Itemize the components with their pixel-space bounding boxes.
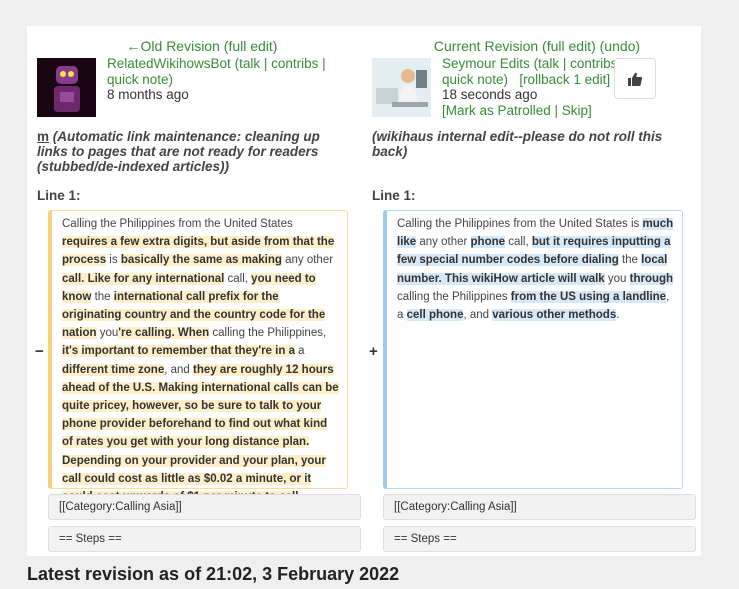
unchanged-segment: . — [616, 309, 620, 322]
unchanged-segment: Calling the Philippines from the United … — [397, 218, 643, 230]
unchanged-segment: , and — [463, 309, 493, 322]
unchanged-segment: , and — [164, 363, 194, 376]
unchanged-segment: call, — [505, 236, 532, 249]
unchanged-segment: Calling the Philippines from the United … — [62, 218, 293, 230]
deleted-segment: it's important to remember that they're … — [62, 345, 295, 358]
deleted-segment: 're calling. When — [118, 327, 210, 340]
deleted-segment: they are roughly 12 hours ahead of the U… — [62, 363, 339, 504]
old-revision-time: 8 months ago — [107, 87, 189, 102]
diff-card: ←Old Revision (full edit) RelatedWikihow… — [27, 26, 701, 556]
added-segment: phone — [470, 236, 506, 249]
unchanged-segment: any other — [416, 236, 471, 249]
current-revision-time: 18 seconds ago — [442, 87, 538, 102]
context-line-category-current: [[Category:Calling Asia]] — [383, 494, 696, 520]
added-segment: various other methods — [492, 309, 617, 322]
bot-avatar[interactable] — [37, 58, 96, 117]
old-revision-meta: RelatedWikihowsBot (talk | contribs | qu… — [107, 56, 326, 103]
old-edit-summary: m (Automatic link maintenance: cleaning … — [37, 129, 347, 174]
minor-edit-marker: m — [37, 129, 50, 144]
current-revision-label: Current Revision — [433, 38, 539, 54]
unchanged-segment: a — [294, 345, 305, 358]
unchanged-segment: you — [604, 272, 630, 285]
current-revision-meta: Seymour Edits (talk | contribs | quick n… — [442, 56, 625, 118]
unchanged-segment: the — [618, 254, 642, 267]
current-quick-note-link[interactable]: quick note) — [442, 72, 508, 87]
old-summary-text: (Automatic link maintenance: cleaning up… — [37, 129, 320, 174]
old-revision-header: ←Old Revision (full edit) RelatedWikihow… — [37, 38, 367, 117]
current-revision-title: Current Revision (full edit) (undo) — [372, 38, 702, 54]
old-revision-title: ←Old Revision (full edit) — [37, 38, 367, 54]
thumbs-up-button[interactable] — [614, 58, 656, 99]
unchanged-segment: the — [91, 290, 114, 303]
old-full-edit-link[interactable]: (full edit) — [224, 38, 278, 54]
old-user-link[interactable]: RelatedWikihowsBot — [107, 56, 231, 71]
undo-link[interactable]: (undo) — [600, 38, 640, 54]
unchanged-segment: calling the Philippines, — [209, 327, 327, 340]
current-full-edit-link[interactable]: (full edit) — [542, 38, 596, 54]
context-line-steps-current: == Steps == — [383, 526, 696, 552]
deleted-text-block: Calling the Philippines from the United … — [48, 210, 348, 504]
current-edit-summary: (wikihaus internal edit--please do not r… — [372, 129, 682, 159]
unchanged-segment: you — [96, 327, 119, 340]
latest-revision-heading: Latest revision as of 21:02, 3 February … — [27, 564, 400, 584]
deleted-segment: call. Like for any international — [62, 272, 225, 285]
unchanged-segment: is — [106, 254, 121, 267]
thumbs-up-icon — [628, 72, 643, 86]
unchanged-segment: call, — [224, 272, 252, 285]
current-line-number: Line 1: — [372, 188, 416, 203]
deleted-segment: basically the same as making — [120, 254, 282, 267]
rollback-link[interactable]: [rollback 1 edit] — [519, 72, 610, 87]
context-line-steps-old: == Steps == — [48, 526, 361, 552]
added-segment: cell phone — [406, 309, 464, 322]
mark-patrolled-link[interactable]: [Mark as Patrolled | Skip] — [442, 103, 625, 119]
unchanged-segment: any other — [281, 254, 334, 267]
old-line-number: Line 1: — [37, 188, 81, 203]
current-user-links[interactable]: (talk | contribs | — [534, 56, 625, 71]
user-avatar[interactable] — [372, 58, 431, 117]
deletion-marker: − — [35, 343, 44, 360]
added-segment: from the US using a landline — [510, 290, 667, 303]
old-quick-note-link[interactable]: quick note) — [107, 72, 173, 87]
addition-marker: + — [369, 343, 378, 360]
context-line-category-old: [[Category:Calling Asia]] — [48, 494, 361, 520]
unchanged-segment: calling the Philippines — [397, 290, 511, 303]
current-revision-header: Current Revision (full edit) (undo) Seym… — [372, 38, 702, 118]
added-text-block: Calling the Philippines from the United … — [383, 210, 683, 489]
old-user-links[interactable]: (talk | contribs | — [235, 56, 326, 71]
deleted-segment: different time zone — [62, 363, 165, 376]
added-segment: through — [629, 272, 674, 285]
current-summary-text: (wikihaus internal edit--please do not r… — [372, 129, 663, 159]
old-revision-link[interactable]: ←Old Revision — [127, 38, 220, 54]
current-user-link[interactable]: Seymour Edits — [442, 56, 530, 71]
